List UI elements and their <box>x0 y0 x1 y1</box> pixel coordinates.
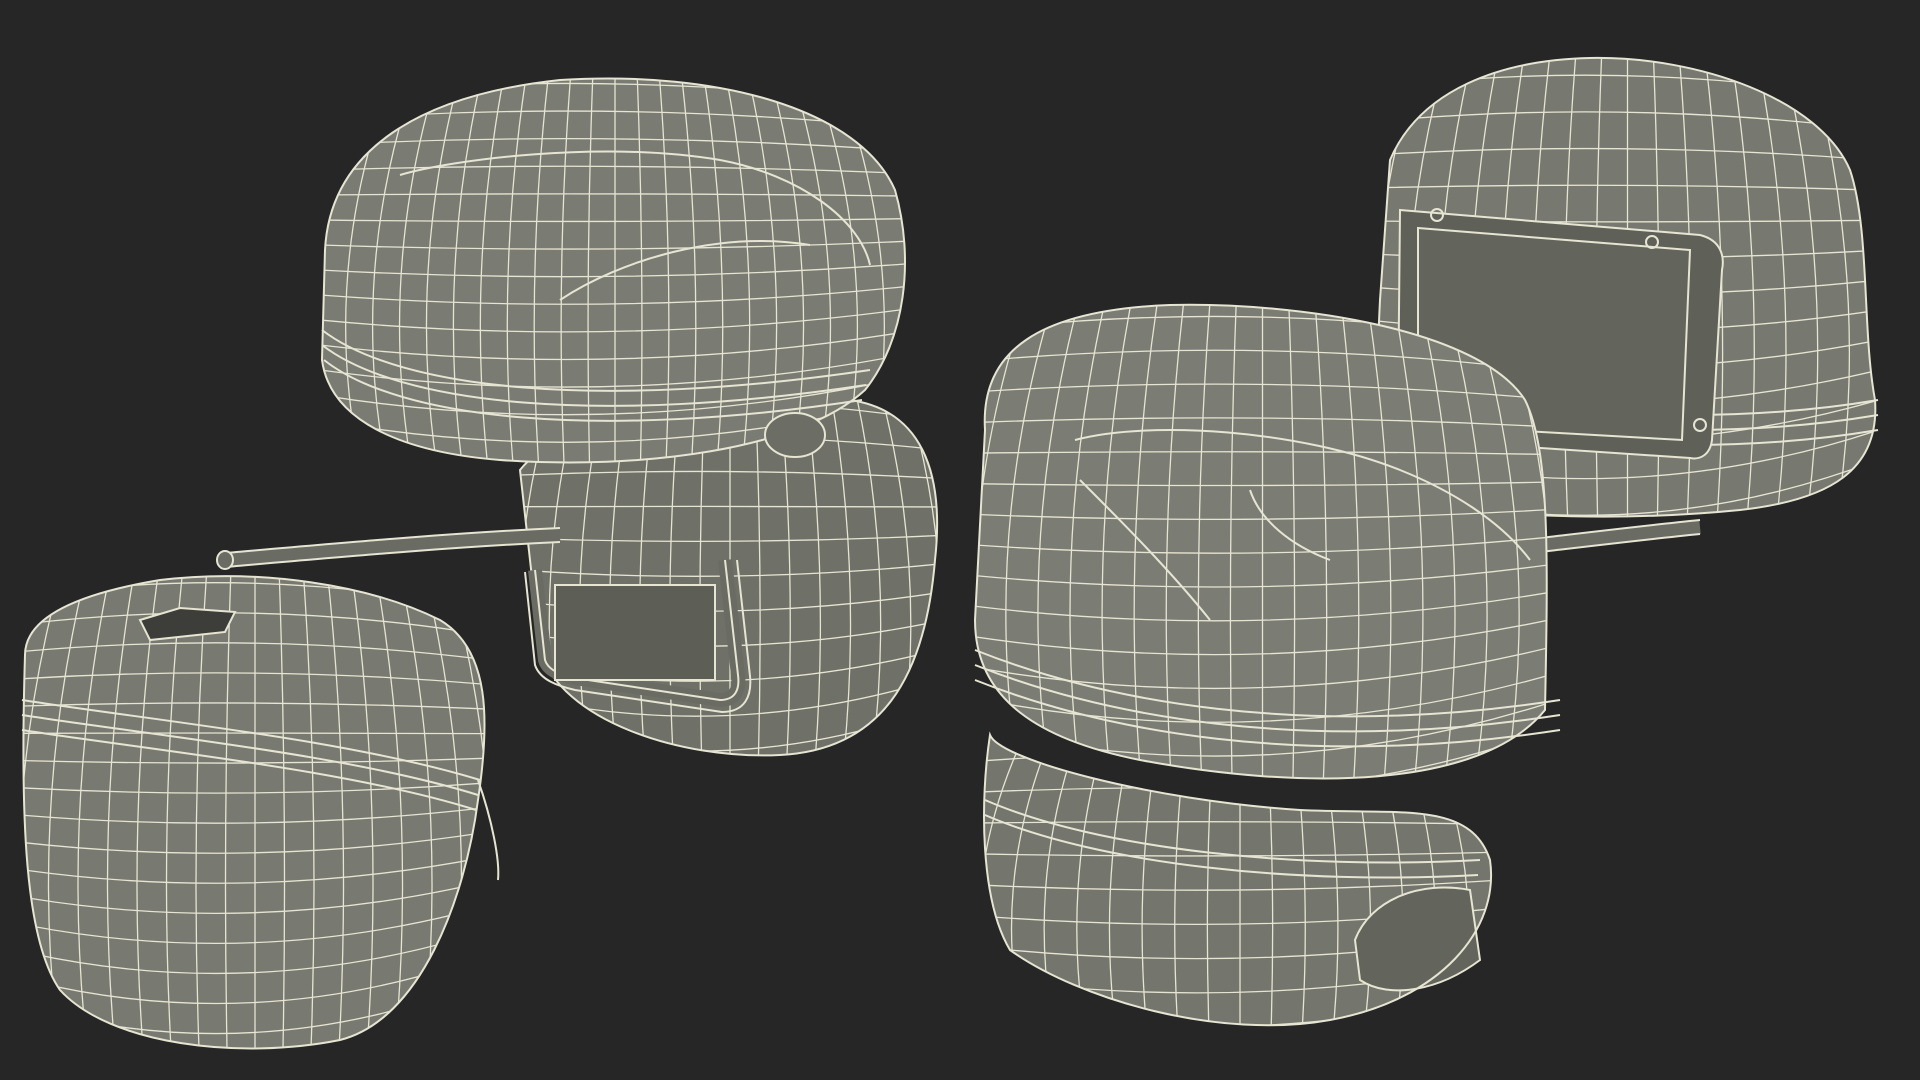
top-case-shell <box>320 77 906 464</box>
render-viewport <box>0 0 1920 1080</box>
upper-case <box>973 303 1561 780</box>
wire-line <box>520 505 938 508</box>
left-side-pannier <box>21 575 500 1050</box>
wireframe-scene <box>21 56 1879 1050</box>
front-case-pair <box>973 303 1561 1027</box>
wire-line <box>984 1018 1492 1026</box>
